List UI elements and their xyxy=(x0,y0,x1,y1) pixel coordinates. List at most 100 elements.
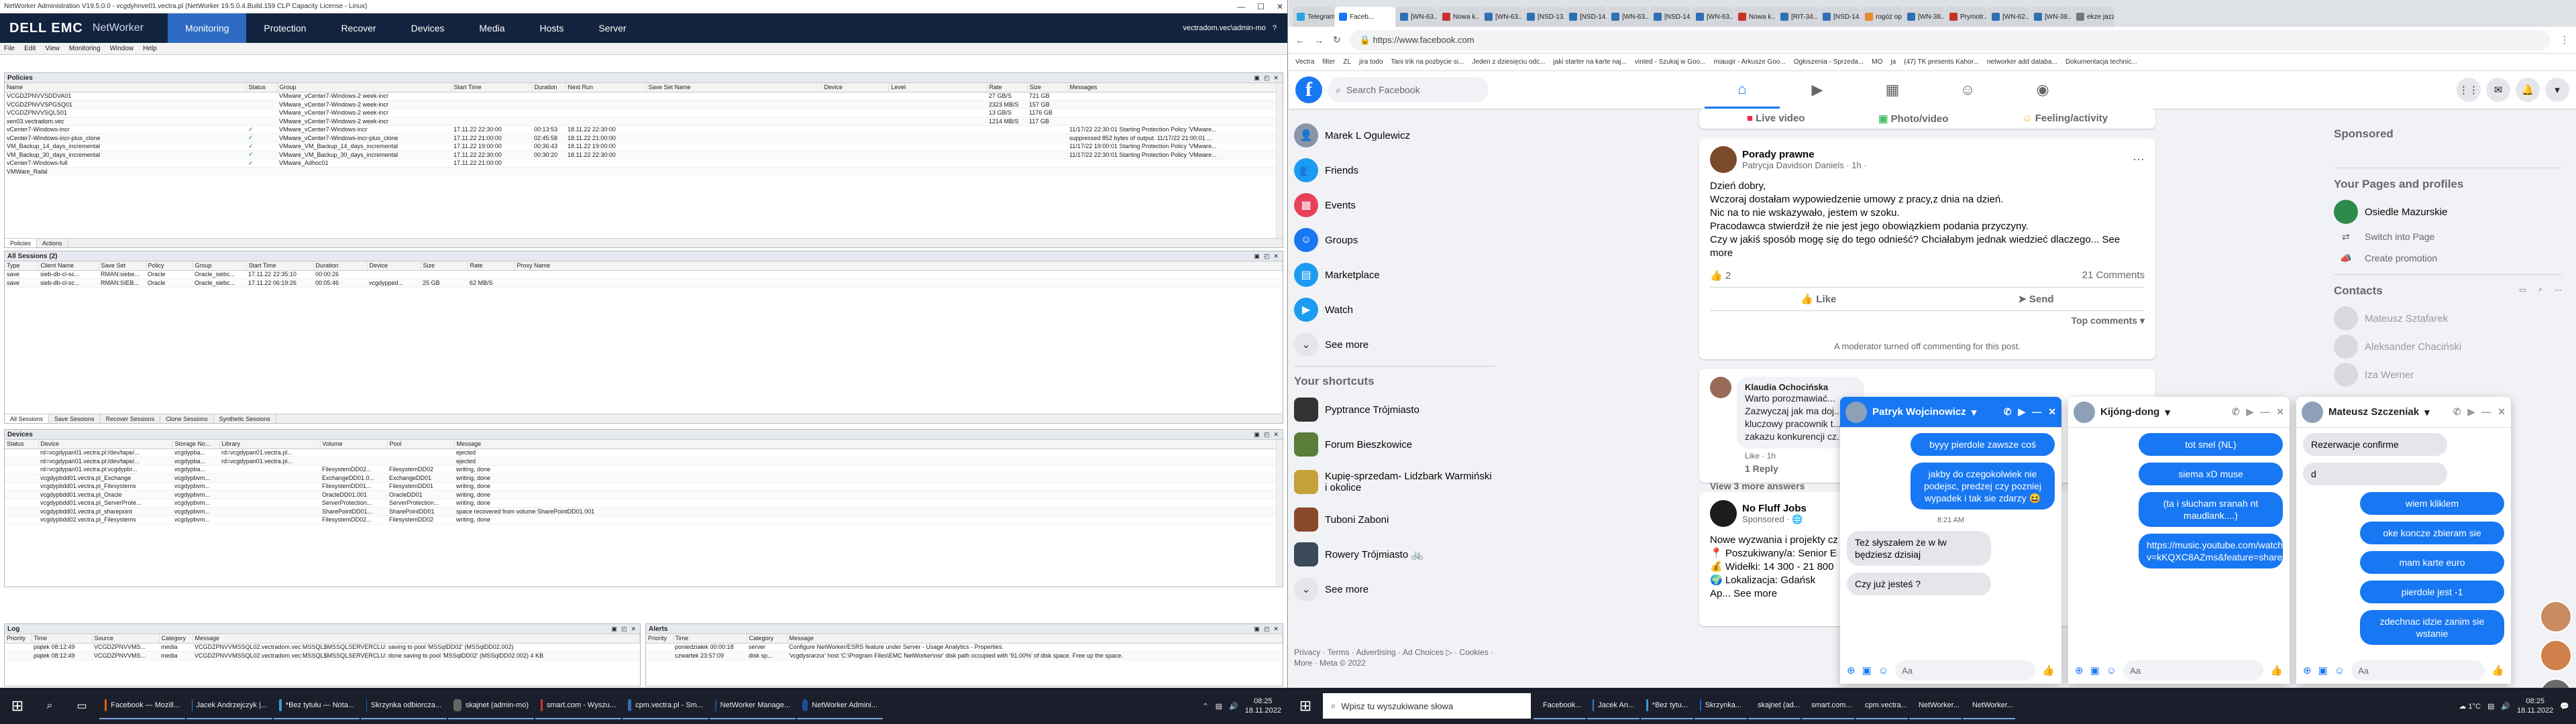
notifications-icon[interactable]: 💬 xyxy=(2560,702,2569,711)
column-header[interactable]: Volume xyxy=(320,440,388,449)
reload-icon[interactable]: ↻ xyxy=(1333,34,1341,46)
bookmark-item[interactable]: (47) TK presents Kahor... xyxy=(1904,58,1979,66)
avatar[interactable] xyxy=(1710,377,1731,398)
close-icon[interactable]: ✕ xyxy=(631,625,636,633)
watch-icon[interactable]: ▶ xyxy=(1780,71,1855,109)
bookmark-item[interactable]: Dokumentacja technic... xyxy=(2065,58,2137,66)
browser-tab[interactable]: ekze jazz xyxy=(2072,7,2114,27)
video-icon[interactable]: ▶ xyxy=(2018,406,2025,418)
column-header[interactable]: Client Name xyxy=(38,261,99,271)
column-header[interactable]: Device xyxy=(38,440,173,449)
taskbar-app[interactable]: skajnet (ad... xyxy=(1748,692,1801,719)
like-icon[interactable]: 👍 xyxy=(2270,664,2283,676)
create-promotion-link[interactable]: 📣 Create promotion xyxy=(2334,247,2562,269)
column-header[interactable]: Time xyxy=(32,634,93,644)
close-icon[interactable]: ✕ xyxy=(1273,625,1279,633)
column-header[interactable]: Duration xyxy=(313,261,368,271)
messenger-icon[interactable]: ✉ xyxy=(2486,78,2510,102)
browser-tab[interactable]: [WN-63... xyxy=(1692,7,1733,27)
address-bar[interactable]: 🔒 https://www.facebook.com xyxy=(1350,29,2551,50)
extensions-icon[interactable]: ⋮ xyxy=(2560,34,2569,46)
bookmark-item[interactable]: Tani trik na pozbycie si... xyxy=(1391,58,1464,66)
nav-tab-media[interactable]: Media xyxy=(462,13,522,43)
subtab-save-sessions[interactable]: Save Sessions xyxy=(49,414,101,423)
maximize-icon[interactable]: ◰ xyxy=(621,625,627,633)
taskbar-app[interactable]: Skrzynka odbiorcza... xyxy=(361,692,447,719)
facebook-logo-icon[interactable]: f xyxy=(1295,76,1322,103)
taskbar-app[interactable]: NetWorker Manage... xyxy=(710,692,796,719)
clock[interactable]: 08:25 18.11.2022 xyxy=(2517,697,2553,715)
sidebar-item-events[interactable]: ▦ Events xyxy=(1294,188,1495,223)
start-icon[interactable]: ⊞ xyxy=(1291,691,1320,721)
table-row[interactable]: vCenter7-Windows-full ✓ VMware_Adhoc01 17.1… xyxy=(5,159,1283,168)
sidebar-item-profile[interactable]: 👤 Marek L Ogulewicz xyxy=(1294,118,1495,153)
shortcut-item[interactable]: Forum Bieszkowice xyxy=(1294,427,1495,462)
contact-item[interactable]: Iza Werner xyxy=(2334,361,2562,389)
shortcuts-see-more[interactable]: ⌄ See more xyxy=(1294,572,1495,607)
chat-message[interactable]: Rezerwacje confirme xyxy=(2303,433,2447,456)
feeling-button[interactable]: ☺ Feeling/activity xyxy=(2022,113,2108,125)
taskbar-app[interactable]: skajnet (admin-mo) xyxy=(448,692,534,719)
maximize-icon[interactable]: ◰ xyxy=(1264,431,1270,438)
gaming-icon[interactable]: ◉ xyxy=(2005,71,2080,109)
column-header[interactable]: Start Time xyxy=(246,261,314,271)
column-header[interactable]: Device xyxy=(367,261,421,271)
chat-message[interactable]: zdechnac idzie zanim sie wstanie xyxy=(2360,610,2504,645)
chat-message[interactable]: byyy pierdole zawsze coś xyxy=(1911,433,2055,456)
column-header[interactable]: Proxy Name xyxy=(515,261,1283,271)
marketplace-icon[interactable]: ▦ xyxy=(1855,71,1930,109)
avatar[interactable] xyxy=(2302,401,2323,423)
menu-file[interactable]: File xyxy=(4,45,15,52)
sidebar-item-watch[interactable]: ▶ Watch xyxy=(1294,292,1495,327)
menu-edit[interactable]: Edit xyxy=(24,45,36,52)
column-header[interactable]: Status xyxy=(246,83,278,93)
table-row[interactable]: vCenter7-Windows-incr ✓ VMware_vCenter7-Wi… xyxy=(5,125,1283,134)
subtab-clone-sessions[interactable]: Clone Sessions xyxy=(160,414,214,423)
column-header[interactable]: Device xyxy=(822,83,890,93)
bookmark-item[interactable]: Jeden z dziesięciu odc... xyxy=(1472,58,1545,66)
sidebar-item-friends[interactable]: 👥 Friends xyxy=(1294,153,1495,188)
column-header[interactable]: Group xyxy=(193,261,247,271)
bookmark-item[interactable]: ZL xyxy=(1343,58,1351,66)
column-header[interactable]: Duration xyxy=(532,83,566,93)
column-header[interactable]: Level xyxy=(889,83,987,93)
nav-tab-protection[interactable]: Protection xyxy=(246,13,323,43)
back-icon[interactable]: ← xyxy=(1295,35,1305,46)
notifications-icon[interactable]: 🔔 xyxy=(2516,78,2540,102)
minimize-icon[interactable]: — xyxy=(2260,406,2269,418)
contact-item[interactable]: Mateusz Sztafarek xyxy=(2334,304,2562,333)
avatar[interactable] xyxy=(1845,401,1867,423)
menu-view[interactable]: View xyxy=(45,45,60,52)
restore-icon[interactable]: ▣ xyxy=(611,625,617,633)
browser-tab[interactable]: Nowa k... xyxy=(1438,7,1480,27)
taskbar-app[interactable]: *Bez tytułu — Nota... xyxy=(274,692,360,719)
close-icon[interactable]: ✕ xyxy=(1273,431,1279,438)
table-row[interactable]: rd=vcgdypan01.vectra.pl:vcgdypbr... vcgdy… xyxy=(5,465,1283,474)
column-header[interactable]: Size xyxy=(421,261,468,271)
chat-message[interactable]: (ta i słucham sranah nt maudlank....) xyxy=(2139,492,2283,527)
maximize-icon[interactable]: ◰ xyxy=(1264,253,1270,260)
chat-message[interactable]: Czy już jesteś ? xyxy=(1847,572,1991,595)
table-row[interactable]: vcgdypbdd01.vectra.pl_Exchange vcgdypbvm.… xyxy=(5,473,1283,483)
chat-message[interactable]: tot snel (NL) xyxy=(2139,433,2283,456)
chat-contact-name[interactable]: Patryk Wojcinowicz xyxy=(1872,406,1966,418)
column-header[interactable]: Save Set xyxy=(99,261,146,271)
bookmark-item[interactable]: jaki starter na karte naj... xyxy=(1553,58,1627,66)
chat-message[interactable]: d xyxy=(2303,463,2447,485)
taskbar-app[interactable]: Jacek An... xyxy=(1587,692,1640,719)
bookmark-item[interactable]: Ogłoszenia - Sprzeda... xyxy=(1794,58,1864,66)
network-icon[interactable]: ▤ xyxy=(2487,702,2494,711)
column-header[interactable]: Save Set Name xyxy=(646,83,822,93)
maximize-icon[interactable]: ☐ xyxy=(1257,2,1265,11)
minimize-icon[interactable]: — xyxy=(1237,2,1245,11)
browser-tab[interactable]: [WN-63... xyxy=(1607,7,1649,27)
nav-tab-hosts[interactable]: Hosts xyxy=(523,13,582,43)
plus-icon[interactable]: ⊕ xyxy=(2075,664,2084,676)
table-row[interactable]: vCenter7-Windows-incr-plus_clone ✓ VMware_… xyxy=(5,133,1283,143)
column-header[interactable]: Start Time xyxy=(451,83,533,93)
browser-tab[interactable]: Nowa k... xyxy=(1734,7,1776,27)
restore-icon[interactable]: ▣ xyxy=(1254,74,1260,82)
column-header[interactable]: Messages xyxy=(1067,83,1283,93)
chat-message[interactable]: wiem kliklem xyxy=(2360,492,2504,515)
post-group-name[interactable]: Porady prawne xyxy=(1742,149,1867,160)
